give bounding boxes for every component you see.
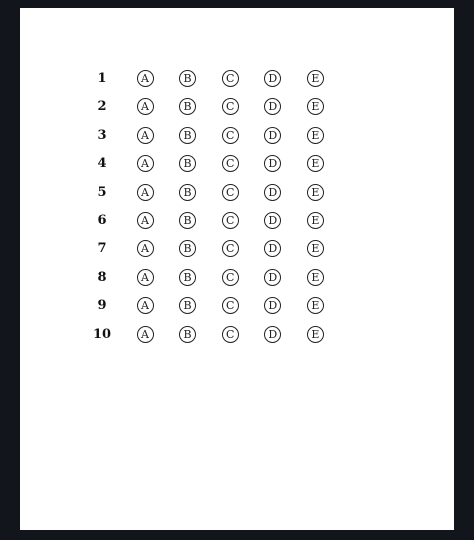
- question-row: 9 A B C D E: [20, 296, 454, 316]
- question-number: 2: [97, 99, 107, 115]
- answer-bubble-d[interactable]: D: [264, 268, 282, 286]
- answer-bubble-a[interactable]: A: [136, 240, 154, 258]
- answer-bubble-c[interactable]: C: [221, 325, 239, 343]
- question-row: 8 A B C D E: [20, 268, 454, 288]
- question-row: 3 A B C D E: [20, 126, 454, 146]
- question-row: 4 A B C D E: [20, 154, 454, 174]
- answer-bubble-e[interactable]: E: [306, 126, 324, 144]
- answer-bubble-d[interactable]: D: [264, 98, 282, 116]
- answer-bubble-e[interactable]: E: [306, 212, 324, 229]
- question-number: 4: [97, 156, 107, 172]
- answer-bubble-e[interactable]: E: [306, 70, 324, 87]
- question-number: 6: [97, 213, 107, 228]
- question-number: 10: [92, 326, 112, 342]
- answer-bubble-b[interactable]: B: [179, 240, 197, 258]
- answer-bubble-c[interactable]: C: [221, 212, 239, 229]
- answer-bubble-d[interactable]: D: [264, 240, 282, 258]
- answer-sheet-page: 1 A B C D E 2 A B C D E 3 A B C D E 4 A B C D E 5 A B C D E 6 A B C D E 7 A B C…: [20, 8, 454, 530]
- answer-bubble-e[interactable]: E: [306, 268, 324, 286]
- question-number: 9: [97, 298, 107, 314]
- question-row: 6 A B C D E: [20, 211, 454, 231]
- answer-bubble-d[interactable]: D: [264, 155, 282, 173]
- answer-bubble-d[interactable]: D: [264, 126, 282, 144]
- answer-bubble-a[interactable]: A: [136, 126, 154, 144]
- answer-bubble-b[interactable]: B: [179, 297, 197, 315]
- answer-bubble-e[interactable]: E: [306, 240, 324, 258]
- answer-bubble-a[interactable]: A: [136, 183, 154, 201]
- answer-bubble-e[interactable]: E: [306, 297, 324, 315]
- answer-bubble-d[interactable]: D: [264, 297, 282, 315]
- answer-bubble-d[interactable]: D: [264, 70, 282, 87]
- answer-bubble-a[interactable]: A: [136, 268, 154, 286]
- answer-bubble-c[interactable]: C: [221, 268, 239, 286]
- question-row: 2 A B C D E: [20, 97, 454, 117]
- bubble-grid: 1 A B C D E 2 A B C D E 3 A B C D E 4 A B C D E 5 A B C D E 6 A B C D E 7 A B C…: [20, 8, 454, 530]
- answer-bubble-e[interactable]: E: [306, 98, 324, 116]
- answer-bubble-c[interactable]: C: [221, 70, 239, 87]
- answer-bubble-a[interactable]: A: [136, 212, 154, 229]
- answer-bubble-c[interactable]: C: [221, 297, 239, 315]
- answer-bubble-e[interactable]: E: [306, 155, 324, 173]
- answer-bubble-d[interactable]: D: [264, 325, 282, 343]
- answer-bubble-b[interactable]: B: [179, 70, 197, 87]
- answer-bubble-a[interactable]: A: [136, 325, 154, 343]
- question-number: 3: [97, 127, 107, 143]
- answer-bubble-b[interactable]: B: [179, 155, 197, 173]
- answer-bubble-a[interactable]: A: [136, 98, 154, 116]
- answer-bubble-b[interactable]: B: [179, 325, 197, 343]
- question-number: 8: [97, 269, 107, 285]
- answer-bubble-c[interactable]: C: [221, 240, 239, 258]
- question-number: 7: [97, 241, 107, 257]
- question-row: 5 A B C D E: [20, 183, 454, 203]
- answer-bubble-c[interactable]: C: [221, 155, 239, 173]
- answer-bubble-d[interactable]: D: [264, 212, 282, 229]
- answer-bubble-d[interactable]: D: [264, 183, 282, 201]
- answer-bubble-b[interactable]: B: [179, 98, 197, 116]
- answer-bubble-c[interactable]: C: [221, 183, 239, 201]
- answer-bubble-e[interactable]: E: [306, 325, 324, 343]
- answer-bubble-c[interactable]: C: [221, 126, 239, 144]
- question-number: 5: [97, 184, 107, 200]
- answer-bubble-a[interactable]: A: [136, 155, 154, 173]
- question-number: 1: [97, 71, 107, 86]
- answer-bubble-a[interactable]: A: [136, 297, 154, 315]
- answer-bubble-b[interactable]: B: [179, 212, 197, 229]
- answer-bubble-c[interactable]: C: [221, 98, 239, 116]
- question-row: 10 A B C D E: [20, 325, 454, 345]
- question-row: 1 A B C D E: [20, 69, 454, 89]
- answer-bubble-b[interactable]: B: [179, 268, 197, 286]
- answer-bubble-e[interactable]: E: [306, 183, 324, 201]
- answer-bubble-b[interactable]: B: [179, 183, 197, 201]
- answer-bubble-b[interactable]: B: [179, 126, 197, 144]
- question-row: 7 A B C D E: [20, 239, 454, 259]
- answer-bubble-a[interactable]: A: [136, 70, 154, 87]
